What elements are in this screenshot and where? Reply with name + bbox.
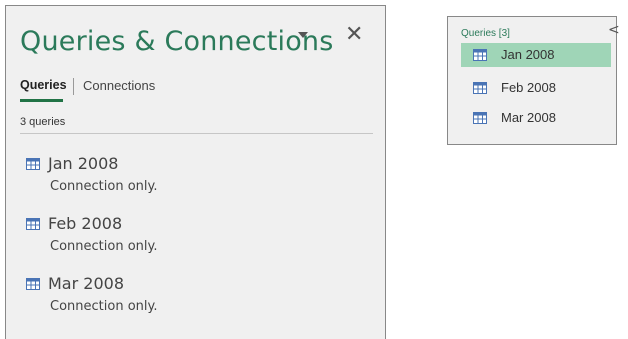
navigator-item-label: Feb 2008 bbox=[501, 80, 556, 95]
divider bbox=[20, 133, 373, 134]
table-icon bbox=[473, 112, 487, 124]
table-icon bbox=[26, 218, 40, 230]
tab-queries[interactable]: Queries bbox=[20, 78, 67, 92]
active-tab-indicator bbox=[20, 99, 63, 102]
close-icon[interactable]: ✕ bbox=[345, 24, 363, 46]
pane-title: Queries & Connections bbox=[20, 26, 334, 57]
navigator-item-jan-2008[interactable]: Jan 2008 bbox=[461, 43, 611, 67]
queries-connections-pane: Queries & Connections ✕ Queries Connecti… bbox=[5, 5, 386, 339]
tab-divider bbox=[73, 78, 74, 95]
query-name: Jan 2008 bbox=[48, 154, 119, 173]
query-status: Connection only. bbox=[50, 299, 158, 314]
query-name: Feb 2008 bbox=[48, 214, 123, 233]
query-item-jan-2008[interactable]: Jan 2008 Connection only. bbox=[20, 154, 350, 204]
table-icon bbox=[26, 278, 40, 290]
navigator-item-feb-2008[interactable]: Feb 2008 bbox=[461, 76, 611, 100]
dropdown-triangle-icon[interactable] bbox=[298, 32, 308, 38]
table-icon bbox=[473, 82, 487, 94]
query-name: Mar 2008 bbox=[48, 274, 124, 293]
query-status: Connection only. bbox=[50, 239, 158, 254]
navigator-item-mar-2008[interactable]: Mar 2008 bbox=[461, 106, 611, 130]
query-status: Connection only. bbox=[50, 179, 158, 194]
navigator-header: Queries [3] bbox=[461, 28, 510, 39]
query-item-mar-2008[interactable]: Mar 2008 Connection only. bbox=[20, 274, 350, 324]
table-icon bbox=[26, 158, 40, 170]
tab-connections[interactable]: Connections bbox=[83, 78, 155, 93]
table-icon bbox=[473, 49, 487, 61]
query-count-label: 3 queries bbox=[20, 116, 66, 128]
query-item-feb-2008[interactable]: Feb 2008 Connection only. bbox=[20, 214, 350, 264]
navigator-item-label: Mar 2008 bbox=[501, 110, 556, 125]
chevron-left-icon[interactable]: < bbox=[608, 22, 620, 38]
queries-navigator-pane: Queries [3] < Jan 2008 Feb 2008 Mar 2008 bbox=[447, 16, 620, 145]
navigator-item-label: Jan 2008 bbox=[501, 47, 555, 62]
